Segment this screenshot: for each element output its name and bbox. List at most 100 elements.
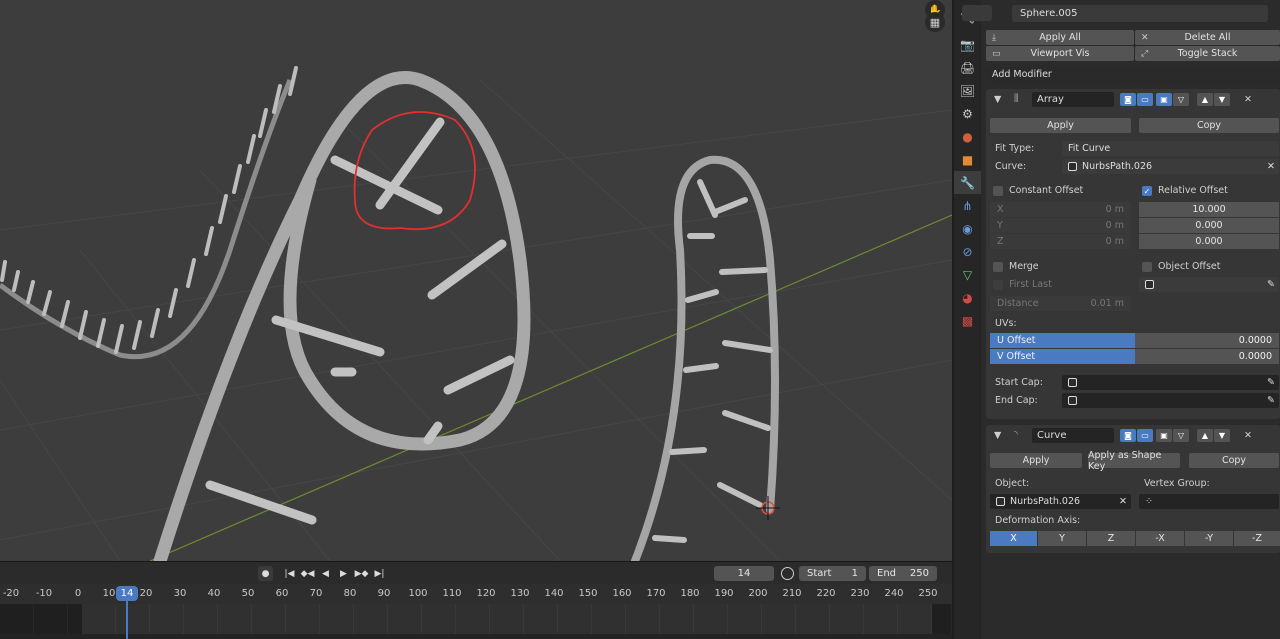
record-icon[interactable]: ●	[258, 566, 273, 581]
scene-icon[interactable]: ⚙	[954, 102, 981, 125]
start-cap-field[interactable]: ✎	[1062, 375, 1279, 390]
axis-y-button[interactable]: Y	[1038, 531, 1086, 546]
current-frame-field[interactable]: 14	[714, 566, 774, 581]
axis-neg-y-button[interactable]: -Y	[1185, 531, 1233, 546]
move-up-icon[interactable]: ▲	[1197, 93, 1213, 106]
relative-x-field[interactable]: 10.000	[1139, 202, 1279, 217]
first-last-checkbox	[993, 280, 1003, 290]
constraints-icon[interactable]: ⊘	[954, 240, 981, 263]
clear-icon[interactable]: ✕	[1267, 161, 1275, 172]
editor-type-dropdown[interactable]	[962, 5, 992, 21]
merge-checkbox[interactable]	[993, 262, 1003, 272]
keyframe-track[interactable]	[0, 604, 952, 634]
apply-all-button[interactable]: ⤓ Apply All	[986, 30, 1134, 45]
u-offset-slider[interactable]: U Offset 0.0000	[990, 333, 1279, 348]
texture-icon[interactable]: ▩	[954, 309, 981, 332]
editmode-icon[interactable]: ▣	[1156, 429, 1172, 442]
physics-icon[interactable]: ◉	[954, 217, 981, 240]
array-copy-button[interactable]: Copy	[1139, 118, 1279, 133]
render-icon[interactable]: 📷	[954, 33, 981, 56]
end-frame-field[interactable]: End 250	[869, 566, 937, 581]
viewport-vis-button[interactable]: ▭ Viewport Vis	[986, 46, 1134, 61]
start-cap-icon	[1068, 378, 1077, 387]
curve-name-field[interactable]: Curve	[1032, 428, 1114, 443]
relative-z-field[interactable]: 0.000	[1139, 234, 1279, 249]
curve-apply-button[interactable]: Apply	[990, 453, 1082, 468]
close-icon[interactable]: ✕	[1244, 94, 1252, 105]
move-down-icon[interactable]: ▼	[1214, 93, 1230, 106]
material-icon[interactable]: ◕	[954, 286, 981, 309]
monitor-icon[interactable]: ▭	[1137, 93, 1153, 106]
playhead-line[interactable]	[126, 601, 128, 639]
v-offset-slider[interactable]: V Offset 0.0000	[990, 349, 1279, 364]
constant-z-field: Z 0 m	[990, 234, 1131, 249]
object-name-field[interactable]: Sphere.005	[1012, 5, 1268, 22]
collapse-arrow-icon[interactable]: ▼	[994, 94, 1001, 105]
on-cage-icon[interactable]: ▽	[1173, 93, 1189, 106]
array-name-field[interactable]: Array	[1032, 92, 1114, 107]
add-modifier-label: Add Modifier	[992, 69, 1052, 80]
object-icon[interactable]: ■	[954, 148, 981, 171]
jump-start-icon[interactable]: |◀	[282, 566, 297, 581]
move-up-icon[interactable]: ▲	[1197, 429, 1213, 442]
3d-viewport[interactable]: ✋ ▦	[0, 0, 952, 561]
constant-x-field: X 0 m	[990, 202, 1131, 217]
monitor-icon[interactable]: ▭	[1137, 429, 1153, 442]
curve-target-object-field[interactable]: NurbsPath.026 ✕	[990, 494, 1131, 509]
curve-object-field[interactable]: NurbsPath.026 ✕	[1062, 159, 1279, 174]
clock-icon[interactable]	[781, 567, 794, 580]
fit-type-dropdown[interactable]: Fit Curve	[1062, 141, 1279, 156]
curve-copy-button[interactable]: Copy	[1189, 453, 1279, 468]
end-cap-field[interactable]: ✎	[1062, 393, 1279, 408]
editmode-icon[interactable]: ▣	[1156, 93, 1172, 106]
collapse-arrow-icon[interactable]: ▼	[994, 430, 1001, 441]
move-down-icon[interactable]: ▼	[1214, 429, 1230, 442]
modifier-icon[interactable]: 🔧	[954, 171, 981, 194]
delete-all-button[interactable]: ✕ Delete All	[1135, 30, 1280, 45]
apply-shape-key-button[interactable]: Apply as Shape Key	[1088, 450, 1180, 472]
eyedropper-icon[interactable]: ✎	[1267, 377, 1275, 388]
playhead-frame-badge[interactable]: 14	[116, 586, 138, 601]
relative-y-field[interactable]: 0.000	[1139, 218, 1279, 233]
axis-x-button[interactable]: X	[990, 531, 1037, 546]
v-offset-label: V Offset	[997, 351, 1036, 362]
camera-icon[interactable]: ◙	[1120, 429, 1136, 442]
camera-icon[interactable]: ◙	[1120, 93, 1136, 106]
view-layer-icon[interactable]: 🖼	[954, 79, 981, 102]
world-icon[interactable]: ●	[954, 125, 981, 148]
vertex-group-label: Vertex Group:	[1144, 478, 1210, 489]
output-icon[interactable]: 🖨	[954, 56, 981, 79]
curve-label: Curve:	[995, 161, 1027, 172]
prev-keyframe-icon[interactable]: ◆◀	[300, 566, 315, 581]
play-icon[interactable]: ▶	[336, 566, 351, 581]
relative-offset-checkbox[interactable]: ✓	[1142, 186, 1152, 196]
axis-z-button[interactable]: Z	[1087, 531, 1135, 546]
data-icon[interactable]: ▽	[954, 263, 981, 286]
vertex-group-field[interactable]: ⁘	[1139, 494, 1279, 509]
timeline-editor[interactable]: ● |◀ ◆◀ ◀ ▶ ▶◆ ▶| 14 Start 1 End 250 -20…	[0, 561, 952, 639]
clear-icon[interactable]: ✕	[1119, 496, 1127, 507]
grid-icon[interactable]: ▦	[925, 12, 945, 32]
axis-neg-z-button[interactable]: -Z	[1234, 531, 1280, 546]
particles-icon[interactable]: ⋔	[954, 194, 981, 217]
add-modifier-dropdown[interactable]: Add Modifier	[986, 67, 1280, 82]
eyedropper-icon[interactable]: ✎	[1267, 279, 1275, 290]
eyedropper-icon[interactable]: ✎	[1267, 395, 1275, 406]
tick-label: 30	[173, 588, 187, 599]
array-apply-button[interactable]: Apply	[990, 118, 1131, 133]
object-header: Sphere.005	[962, 2, 1280, 24]
toggle-stack-button[interactable]: ⤢ Toggle Stack	[1135, 46, 1280, 61]
offset-object-field[interactable]: ✎	[1139, 277, 1279, 292]
object-offset-checkbox[interactable]	[1142, 262, 1152, 272]
axis-neg-x-button[interactable]: -X	[1136, 531, 1184, 546]
jump-end-icon[interactable]: ▶|	[372, 566, 387, 581]
next-keyframe-icon[interactable]: ▶◆	[354, 566, 369, 581]
offset-object-icon	[1145, 280, 1154, 289]
distance-field: Distance 0.01 m	[990, 296, 1131, 311]
frame-ruler[interactable]: -20 -10 0 10 20 30 40 50 60 70 80 90 100…	[0, 584, 952, 604]
constant-offset-checkbox[interactable]	[993, 186, 1003, 196]
on-cage-icon[interactable]: ▽	[1173, 429, 1189, 442]
play-reverse-icon[interactable]: ◀	[318, 566, 333, 581]
close-icon[interactable]: ✕	[1244, 430, 1252, 441]
start-frame-field[interactable]: Start 1	[799, 566, 866, 581]
